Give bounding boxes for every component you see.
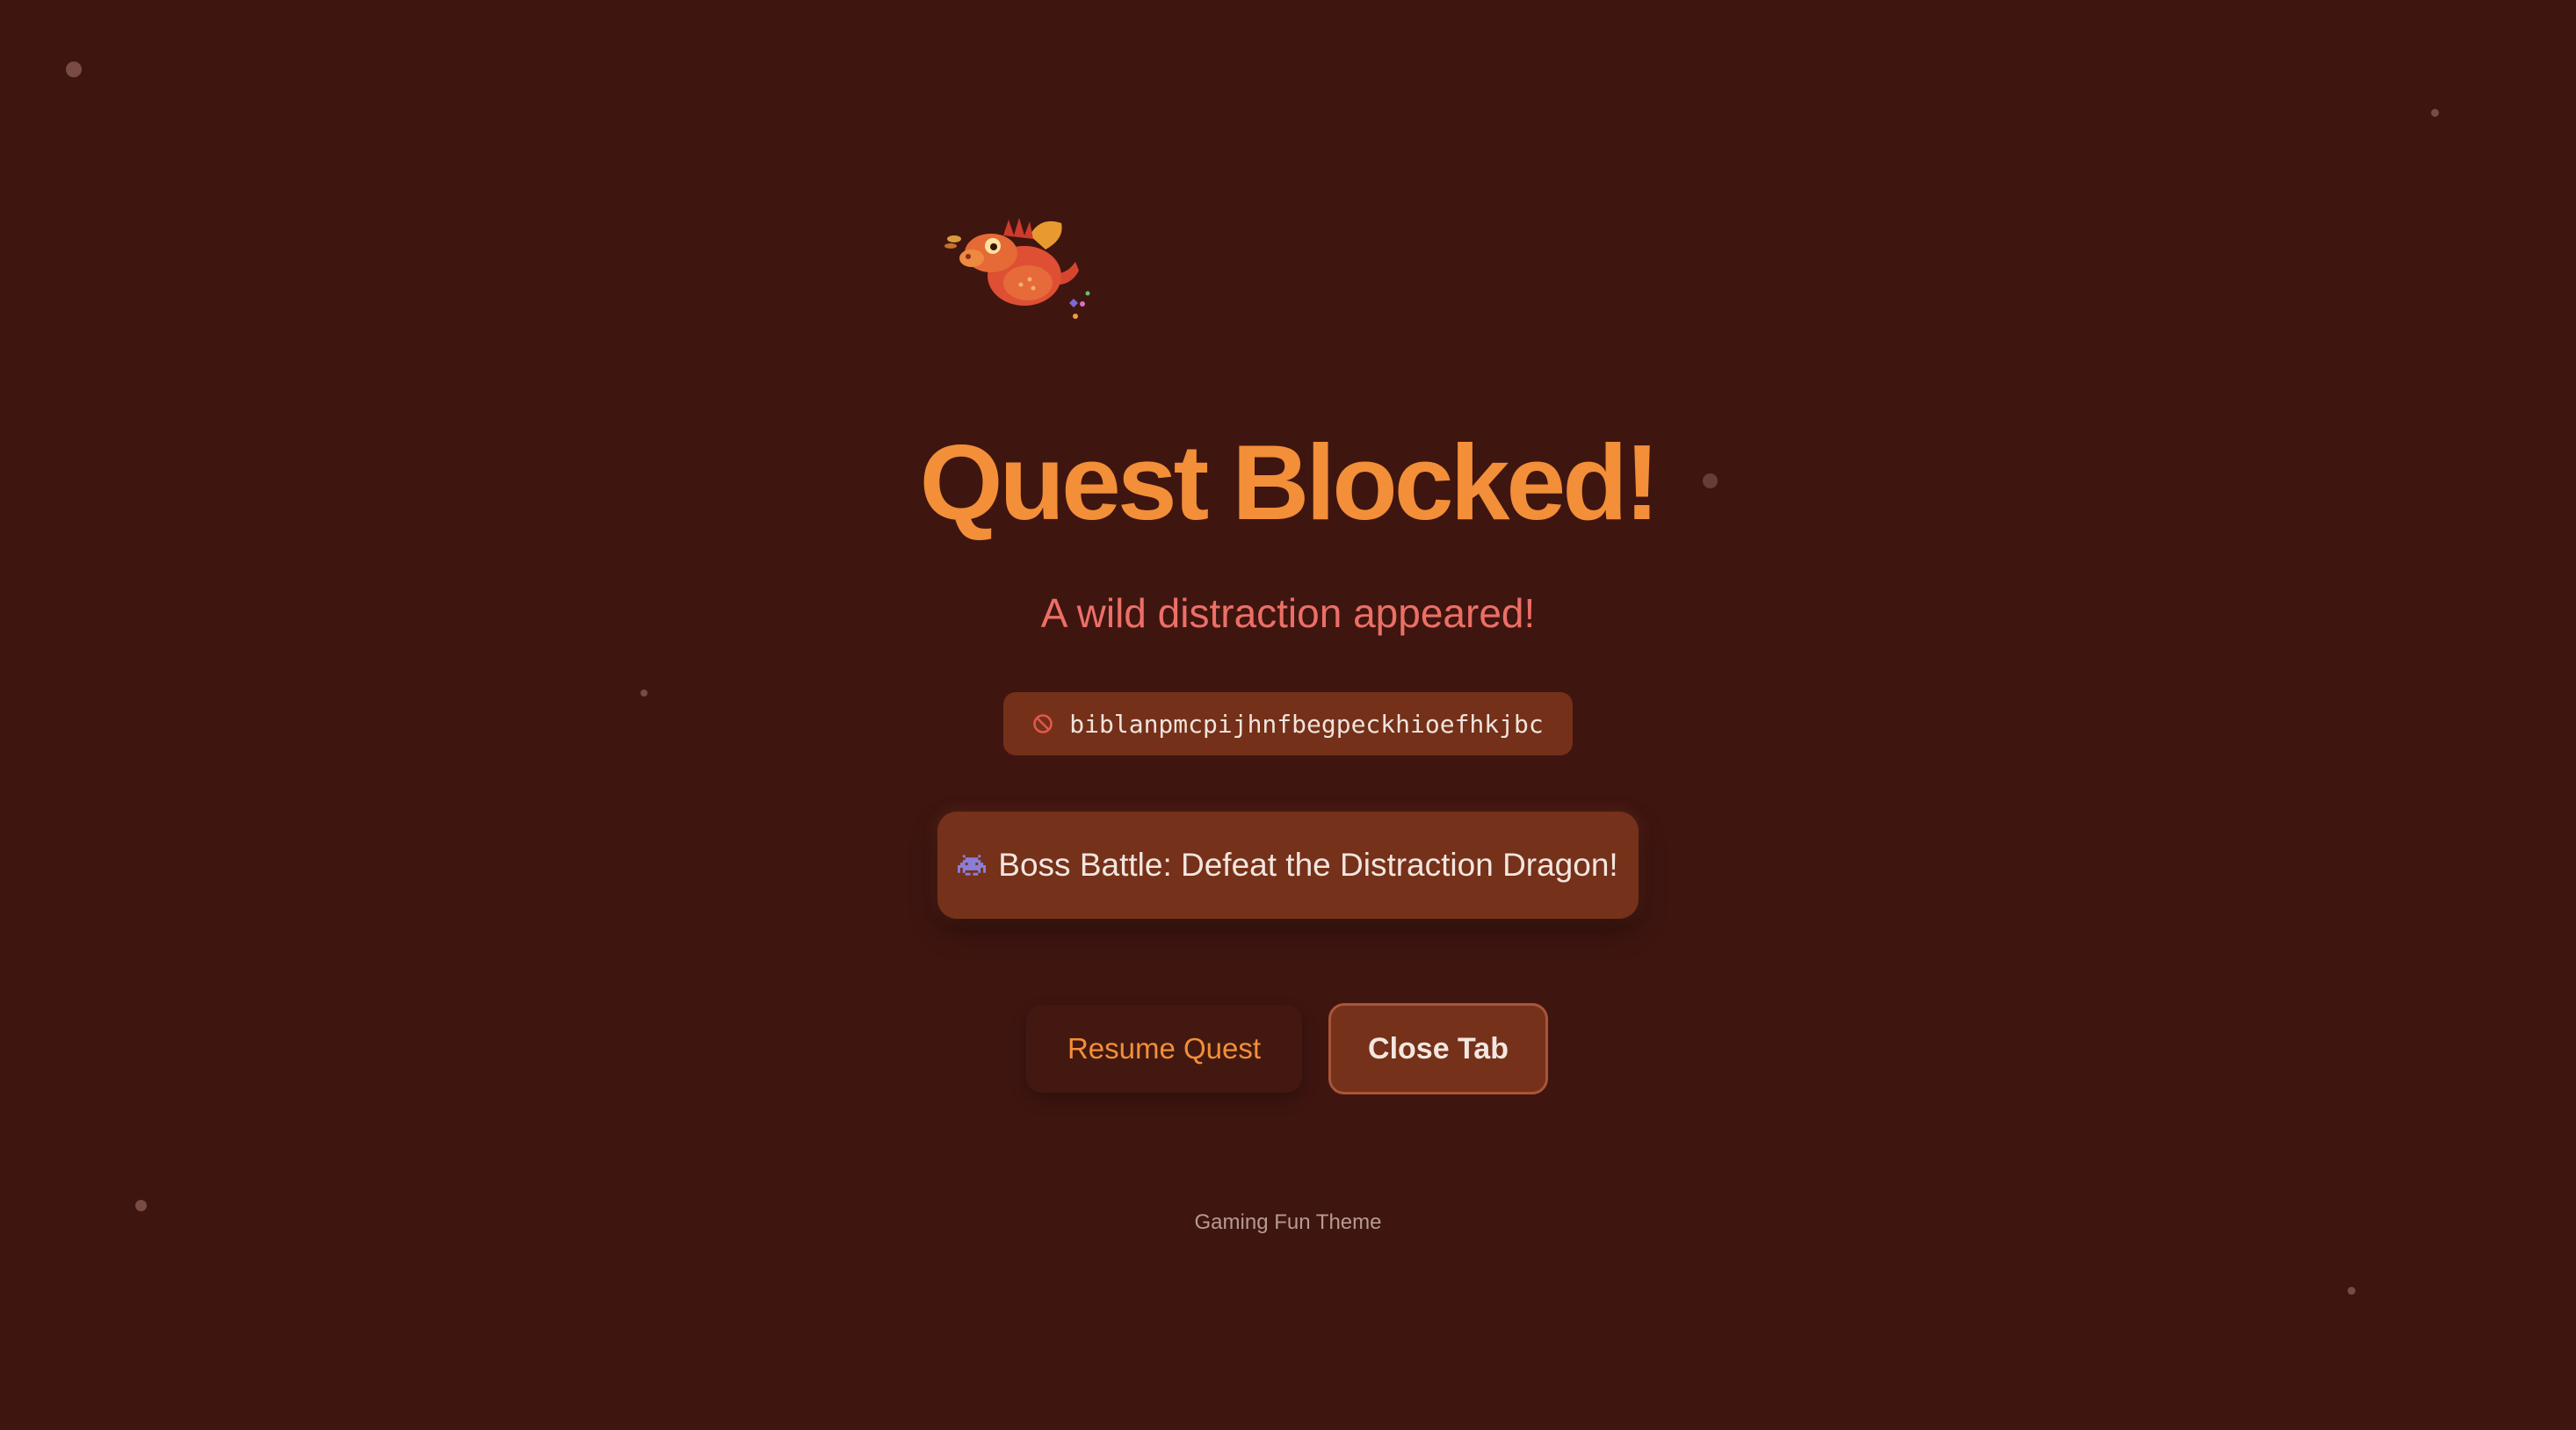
resume-quest-button[interactable]: Resume Quest	[1026, 1005, 1302, 1093]
boss-battle-label: Boss Battle: Defeat the Distraction Drag…	[998, 847, 1618, 883]
blocked-url-text: biblanpmcpijhnfbegpeckhioefhkjbc	[1069, 709, 1544, 739]
close-tab-button[interactable]: Close Tab	[1328, 1003, 1548, 1094]
alien-monster-icon	[958, 855, 987, 876]
page-title: Quest Blocked!	[919, 422, 1661, 542]
page-subtitle: A wild distraction appeared!	[1040, 590, 1536, 636]
no-entry-icon	[1033, 714, 1053, 733]
theme-footer-label: Gaming Fun Theme	[1194, 1210, 1382, 1234]
blocked-url-badge: biblanpmcpijhnfbegpeckhioefhkjbc	[1003, 692, 1573, 755]
background-particle	[66, 61, 82, 77]
background-particle	[2348, 1287, 2355, 1295]
boss-battle-card: Boss Battle: Defeat the Distraction Drag…	[937, 812, 1639, 919]
background-particle	[640, 690, 648, 697]
background-particle	[2431, 109, 2439, 117]
dragon-icon	[944, 218, 1090, 319]
